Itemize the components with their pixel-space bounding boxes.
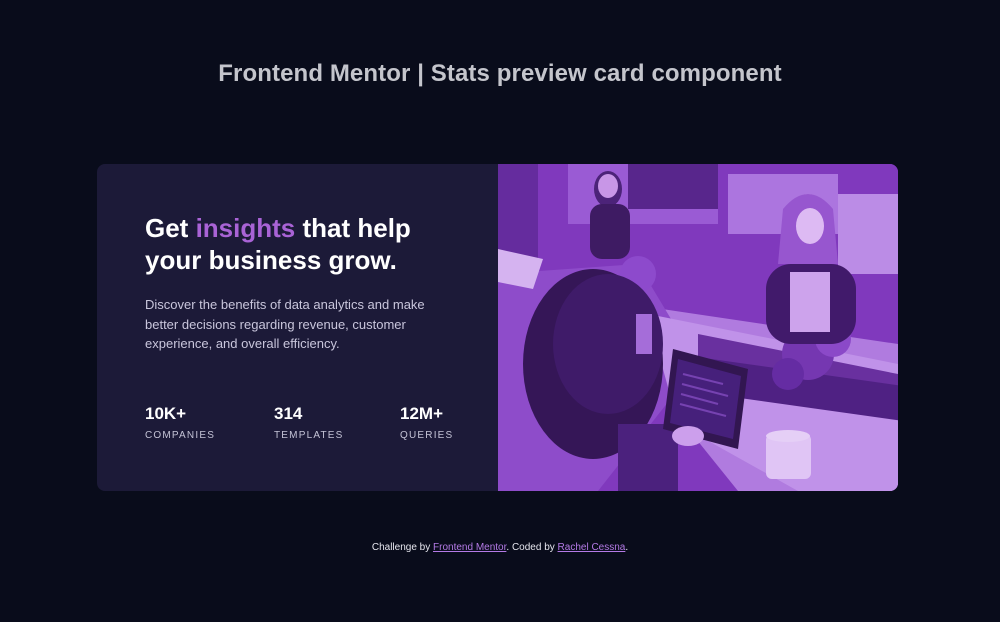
stat-templates: 314 TEMPLATES [274,404,344,442]
heading-text-pre: Get [145,213,196,243]
stat-label: COMPANIES [145,430,216,441]
stat-queries: 12M+ QUERIES [400,404,453,442]
footer-middle: . Coded by [506,542,558,553]
card-heading: Get insights that help your business gro… [145,212,445,276]
stat-companies: 10K+ COMPANIES [145,404,215,442]
heading-accent: insights [195,213,296,243]
stats-row: 10K+ COMPANIES 314 TEMPLATES 12M+ QUERIE… [145,404,465,444]
attribution-footer: Challenge by Frontend Mentor. Coded by R… [0,542,1000,553]
stat-value: 12M+ [400,404,443,423]
footer-prefix: Challenge by [371,542,434,553]
page: Frontend Mentor | Stats preview card com… [0,0,1000,622]
stat-label: TEMPLATES [274,430,344,441]
stat-value: 10K+ [145,404,187,423]
office-photo-icon [498,164,898,491]
office-photo-illustration [498,164,898,491]
author-link[interactable]: Rachel Cessna [558,542,626,553]
stat-value: 314 [274,404,303,423]
stats-preview-card: Get insights that help your business gro… [97,164,898,491]
card-content: Get insights that help your business gro… [97,164,498,491]
footer-suffix: . [625,542,629,553]
page-title: Frontend Mentor | Stats preview card com… [218,60,782,87]
stat-label: QUERIES [400,430,454,441]
frontend-mentor-link[interactable]: Frontend Mentor [433,542,506,553]
card-description: Discover the benefits of data analytics … [145,297,425,351]
